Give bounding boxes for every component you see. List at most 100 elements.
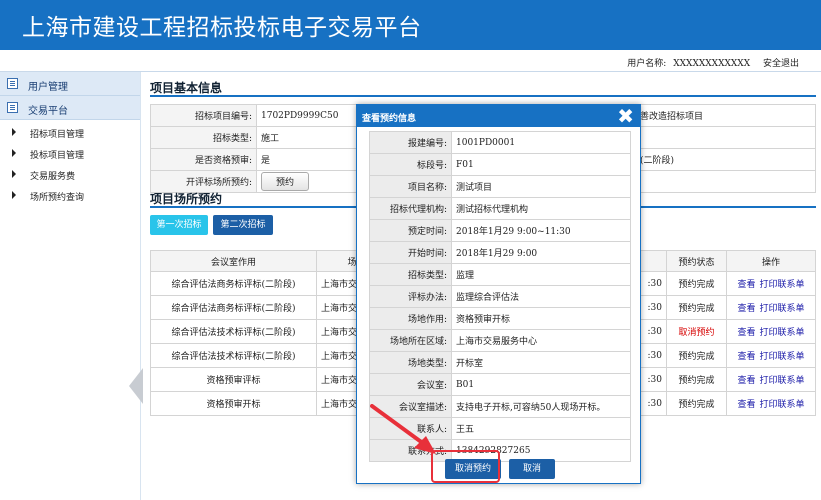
project-info-title: 项目基本信息	[150, 81, 223, 95]
sidebar-section-user-management[interactable]: 用户管理	[0, 72, 140, 96]
detail-row: 招标代理机构: 测试招标代理机构	[369, 197, 631, 220]
detail-row: 会议室: B01	[369, 373, 631, 396]
view-link[interactable]: 查看	[737, 352, 755, 362]
detail-value: B01	[451, 373, 631, 396]
info-value-right	[635, 170, 816, 193]
menu-list-icon	[7, 102, 18, 113]
view-link[interactable]: 查看	[737, 328, 755, 338]
detail-key: 场地作用:	[369, 307, 452, 330]
info-value-right	[635, 126, 816, 149]
print-contact-link[interactable]: 打印联系单	[760, 328, 805, 338]
highlight-box	[431, 450, 500, 483]
info-key: 招标类型:	[150, 126, 257, 149]
cell-purpose: 综合评估法技术标评标(二阶段)	[150, 319, 317, 344]
info-value-right: 善改造招标项目	[635, 104, 816, 127]
sidebar-item-bid-project[interactable]: 投标项目管理	[0, 143, 140, 164]
venue-booking-title: 项目场所预约	[150, 192, 223, 206]
detail-key: 标段号:	[369, 153, 452, 176]
user-name-value: XXXXXXXXXXXX	[673, 59, 751, 69]
detail-value: 2018年1月29 9:00	[451, 241, 631, 264]
detail-key: 项目名称:	[369, 175, 452, 198]
sidebar: 用户管理 交易平台 招标项目管理 投标项目管理 交易服务费 场所预约查询	[0, 72, 141, 500]
sidebar-section-trading-platform[interactable]: 交易平台	[0, 96, 140, 120]
cell-status: 预约完成	[666, 271, 727, 296]
detail-value: F01	[451, 153, 631, 176]
menu-list-icon	[7, 78, 18, 89]
detail-value: 1001PD0001	[451, 131, 631, 154]
cell-actions: 查看 打印联系单	[726, 271, 816, 296]
cell-status: 预约完成	[666, 343, 727, 368]
column-header: 操作	[726, 250, 816, 272]
detail-value: 资格预审开标	[451, 307, 631, 330]
user-bar: 用户名称: XXXXXXXXXXXX 安全退出	[0, 50, 821, 72]
view-link[interactable]: 查看	[737, 400, 755, 410]
detail-value: 2018年1月29 9:00~11:30	[451, 219, 631, 242]
platform-title: 上海市建设工程招标投标电子交易平台	[22, 15, 422, 41]
print-contact-link[interactable]: 打印联系单	[760, 280, 805, 290]
detail-value: 上海市交易服务中心	[451, 329, 631, 352]
print-contact-link[interactable]: 打印联系单	[760, 400, 805, 410]
cell-purpose: 综合评估法技术标评标(二阶段)	[150, 343, 317, 368]
book-venue-button[interactable]: 预约	[261, 172, 310, 191]
cell-status: 预约完成	[666, 295, 727, 320]
detail-value: 监理	[451, 263, 631, 286]
cell-status: 预约完成	[666, 391, 727, 416]
cell-actions: 查看 打印联系单	[726, 343, 816, 368]
detail-row: 场地所在区域: 上海市交易服务中心	[369, 329, 631, 352]
caret-right-icon	[12, 128, 16, 136]
caret-right-icon	[12, 149, 16, 157]
cell-purpose: 资格预审开标	[150, 391, 317, 416]
modal-title: 查看预约信息	[362, 114, 417, 124]
info-key: 招标项目编号:	[150, 104, 257, 127]
info-key: 是否资格预审:	[150, 148, 257, 171]
detail-key: 招标类型:	[369, 263, 452, 286]
caret-right-icon	[12, 191, 16, 199]
detail-key: 会议室:	[369, 373, 452, 396]
caret-right-icon	[12, 170, 16, 178]
column-header: 预约状态	[666, 250, 727, 272]
cell-status: 取消预约	[666, 319, 727, 344]
user-name-label: 用户名称:	[627, 59, 667, 69]
user-info: 用户名称: XXXXXXXXXXXX 安全退出	[623, 56, 799, 69]
detail-value: 监理综合评估法	[451, 285, 631, 308]
close-icon[interactable]: ✖	[617, 105, 634, 127]
top-header: 上海市建设工程招标投标电子交易平台	[0, 0, 821, 50]
detail-value: 开标室	[451, 351, 631, 374]
column-header: 会议室作用	[150, 250, 317, 272]
detail-row: 场地类型: 开标室	[369, 351, 631, 374]
pointer-arrow-icon	[370, 404, 436, 454]
cell-purpose: 综合评估法商务标评标(二阶段)	[150, 271, 317, 296]
sidebar-section-label: 交易平台	[28, 106, 68, 117]
cell-purpose: 资格预审评标	[150, 367, 317, 392]
cancel-button[interactable]: 取消	[509, 459, 555, 479]
cell-actions: 查看 打印联系单	[726, 367, 816, 392]
sidebar-section-label: 用户管理	[28, 82, 68, 93]
detail-row: 项目名称: 测试项目	[369, 175, 631, 198]
section-divider	[150, 95, 816, 97]
tab-first-tender[interactable]: 第一次招标	[150, 215, 208, 235]
detail-key: 预定时间:	[369, 219, 452, 242]
detail-key: 开始时间:	[369, 241, 452, 264]
detail-key: 场地所在区域:	[369, 329, 452, 352]
print-contact-link[interactable]: 打印联系单	[760, 352, 805, 362]
sidebar-item-tender-project[interactable]: 招标项目管理	[0, 122, 140, 143]
view-link[interactable]: 查看	[737, 304, 755, 314]
detail-row: 报建编号: 1001PD0001	[369, 131, 631, 154]
sidebar-item-venue-booking-query[interactable]: 场所预约查询	[0, 185, 140, 206]
info-value-right: (二阶段)	[635, 148, 816, 171]
detail-key: 场地类型:	[369, 351, 452, 374]
sidebar-item-service-fee[interactable]: 交易服务费	[0, 164, 140, 185]
view-link[interactable]: 查看	[737, 376, 755, 386]
view-link[interactable]: 查看	[737, 280, 755, 290]
detail-key: 评标办法:	[369, 285, 452, 308]
detail-value: 测试招标代理机构	[451, 197, 631, 220]
tab-second-tender[interactable]: 第二次招标	[213, 215, 273, 235]
detail-row: 标段号: F01	[369, 153, 631, 176]
print-contact-link[interactable]: 打印联系单	[760, 376, 805, 386]
sidebar-item-label: 场所预约查询	[30, 193, 85, 203]
detail-row: 场地作用: 资格预审开标	[369, 307, 631, 330]
cell-actions: 查看 打印联系单	[726, 391, 816, 416]
print-contact-link[interactable]: 打印联系单	[760, 304, 805, 314]
logout-link[interactable]: 安全退出	[763, 59, 799, 69]
modal-header: 查看预约信息 ✖	[357, 105, 640, 127]
